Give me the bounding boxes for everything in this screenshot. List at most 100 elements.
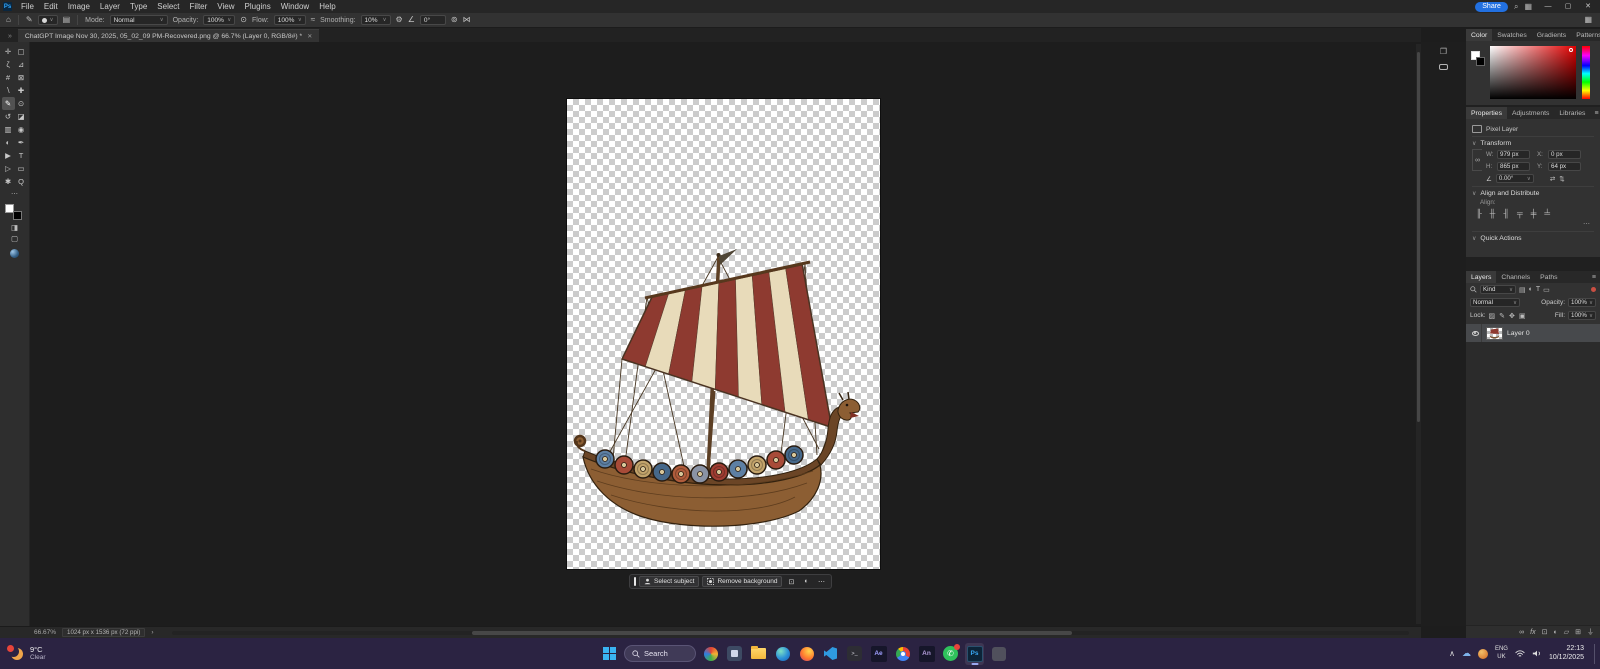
marquee-tool[interactable]: ▢ — [15, 45, 28, 58]
align-left-icon[interactable]: ╟ — [1476, 209, 1482, 218]
symmetry-icon[interactable]: ⋈ — [463, 15, 471, 25]
eraser-tool[interactable]: ◪ — [15, 110, 28, 123]
vertical-scrollbar-thumb[interactable] — [1417, 52, 1420, 422]
history-panel-icon[interactable]: ❐ — [1440, 47, 1447, 57]
layer-row[interactable]: Layer 0 — [1466, 324, 1600, 342]
rotation-angle-field[interactable]: 0.00° ∨ — [1495, 174, 1534, 183]
brush-tool-icon[interactable]: ✎ — [26, 15, 33, 25]
layer-fill-field[interactable]: 100% ∨ — [1568, 311, 1596, 320]
align-center-horizontal-icon[interactable]: ╫ — [1490, 209, 1496, 218]
workspace-icon[interactable]: ▦ — [1524, 0, 1532, 13]
show-desktop-button[interactable] — [1594, 643, 1596, 664]
file-explorer-app[interactable] — [749, 643, 768, 665]
new-group-icon[interactable]: ▱ — [1564, 628, 1569, 636]
tab-channels[interactable]: Channels — [1496, 271, 1535, 283]
zoom-tool[interactable]: Q — [15, 175, 28, 188]
tab-gradients[interactable]: Gradients — [1532, 29, 1571, 41]
pinned-app[interactable] — [989, 643, 1008, 665]
lock-all-icon[interactable]: ▣ — [1519, 312, 1526, 320]
quick-mask-icon[interactable]: ◨ — [11, 222, 18, 233]
onedrive-icon[interactable]: ☁ — [1462, 648, 1471, 659]
opacity-select[interactable]: 100% ∨ — [203, 15, 236, 25]
edit-toolbar-icon[interactable]: ⋯ — [11, 190, 18, 198]
maximize-button[interactable]: ▢ — [1558, 0, 1578, 13]
move-tool[interactable]: ✛ — [2, 45, 15, 58]
edge-app[interactable] — [773, 643, 792, 665]
layer-name[interactable]: Layer 0 — [1507, 330, 1530, 337]
panel-menu-icon[interactable]: ≡ — [1588, 271, 1600, 283]
hand-tool[interactable]: ✱ — [2, 175, 15, 188]
brush-settings-panel-icon[interactable]: ▤ — [63, 15, 71, 25]
horizontal-scrollbar-thumb[interactable] — [471, 630, 1072, 635]
menu-layer[interactable]: Layer — [95, 0, 125, 13]
y-position-field[interactable]: 64 px — [1548, 161, 1581, 171]
options-workspace-icon[interactable]: ▦ — [1584, 15, 1600, 25]
drag-handle[interactable] — [634, 577, 636, 586]
tab-paths[interactable]: Paths — [1535, 271, 1562, 283]
blend-mode-select[interactable]: Normal ∨ — [109, 15, 168, 25]
direct-selection-tool[interactable]: ▷ — [2, 162, 15, 175]
smoothing-select[interactable]: 10% ∨ — [360, 15, 391, 25]
zoom-level[interactable]: 66.67% — [34, 629, 56, 636]
collapse-tools-icon[interactable]: » — [8, 33, 12, 40]
photoshop-app[interactable]: Ps — [965, 642, 984, 665]
align-right-icon[interactable]: ╢ — [1503, 209, 1509, 218]
chrome-app[interactable] — [893, 643, 912, 665]
saturation-brightness-field[interactable] — [1490, 46, 1576, 99]
width-field[interactable]: 979 px — [1497, 149, 1530, 159]
horizontal-scrollbar[interactable] — [171, 630, 1409, 635]
tray-chevron-icon[interactable]: ∧ — [1449, 649, 1455, 658]
blur-tool[interactable]: ◉ — [15, 123, 28, 136]
document-tab[interactable]: ChatGPT Image Nov 30, 2025, 05_02_09 PM-… — [17, 29, 320, 42]
language-indicator[interactable]: ENG UK — [1495, 646, 1508, 660]
crop-icon[interactable]: ⊡ — [785, 576, 797, 587]
menu-select[interactable]: Select — [152, 0, 184, 13]
document-info[interactable]: 1024 px x 1536 px (72 ppi) — [62, 628, 146, 637]
airbrush-icon[interactable]: ≈ — [311, 15, 315, 25]
weather-widget[interactable]: 9°C Clear — [7, 638, 46, 669]
firefox-app[interactable] — [797, 643, 816, 665]
filter-adjustment-layers-icon[interactable]: ◐ — [1529, 286, 1533, 293]
menu-plugins[interactable]: Plugins — [240, 0, 276, 13]
pressure-opacity-icon[interactable]: ⊙ — [240, 15, 247, 25]
tab-color[interactable]: Color — [1466, 29, 1493, 41]
brush-angle-field[interactable]: 0° — [419, 15, 446, 25]
layer-filtering-toggle[interactable] — [1591, 287, 1596, 292]
tab-libraries[interactable]: Libraries — [1554, 107, 1590, 119]
lock-position-icon[interactable]: ✥ — [1509, 312, 1515, 320]
smoothing-options-gear-icon[interactable]: ⚙ — [396, 15, 403, 25]
filter-type-layers-icon[interactable]: T — [1536, 286, 1540, 293]
status-chevron-icon[interactable]: › — [151, 629, 153, 636]
filter-pixel-layers-icon[interactable]: ▤ — [1519, 286, 1526, 294]
menu-help[interactable]: Help — [314, 0, 340, 13]
quick-actions-title[interactable]: Quick Actions — [1480, 235, 1521, 242]
animate-app[interactable]: An — [917, 643, 936, 665]
tab-properties[interactable]: Properties — [1466, 107, 1507, 119]
align-section-title[interactable]: Align and Distribute — [1480, 190, 1539, 197]
home-icon[interactable]: ⌂ — [6, 15, 11, 25]
menu-filter[interactable]: Filter — [185, 0, 213, 13]
frame-tool[interactable]: ⊠ — [15, 71, 28, 84]
transform-section-title[interactable]: Transform — [1480, 140, 1511, 147]
select-subject-button[interactable]: Select subject — [639, 576, 700, 587]
lock-transparent-pixels-icon[interactable]: ▨ — [1489, 312, 1496, 320]
history-brush-tool[interactable]: ↺ — [2, 110, 15, 123]
tab-patterns[interactable]: Patterns — [1571, 29, 1600, 41]
search-icon[interactable]: ⌕ — [1514, 0, 1518, 13]
document-canvas[interactable] — [567, 99, 880, 569]
healing-brush-tool[interactable]: ✚ — [15, 84, 28, 97]
menu-edit[interactable]: Edit — [39, 0, 63, 13]
volume-icon[interactable] — [1532, 649, 1542, 658]
menu-image[interactable]: Image — [63, 0, 95, 13]
blend-mode-select[interactable]: Normal ∨ — [1470, 298, 1520, 307]
start-button[interactable] — [600, 643, 619, 665]
delete-layer-icon[interactable]: ⏚ — [1587, 627, 1594, 637]
x-position-field[interactable]: 0 px — [1548, 149, 1581, 159]
add-layer-mask-icon[interactable]: ⊡ — [1542, 628, 1548, 636]
background-color-swatch[interactable] — [12, 211, 22, 220]
clone-stamp-tool[interactable]: ⊙ — [15, 97, 28, 110]
terminal-app[interactable]: >_ — [845, 643, 864, 665]
menu-file[interactable]: File — [16, 0, 39, 13]
flow-select[interactable]: 100% ∨ — [273, 15, 306, 25]
more-options-icon[interactable]: ⋯ — [815, 576, 827, 587]
